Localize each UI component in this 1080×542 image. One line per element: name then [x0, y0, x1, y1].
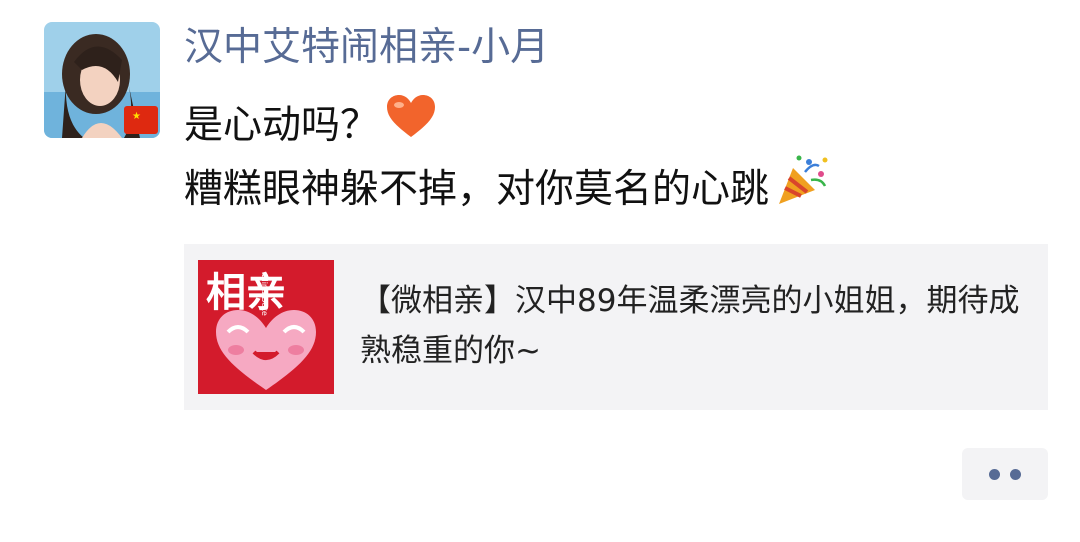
shared-article-card[interactable]: 相亲 Blind Date 【微相亲】汉中89年温柔漂亮的小姐姐，期待成熟稳重的… [184, 244, 1048, 410]
thumbnail-title: 相亲 [206, 269, 286, 316]
author-name[interactable]: 汉中艾特闹相亲-小月 [184, 20, 549, 76]
more-dots-icon [1010, 469, 1021, 480]
moments-post: ★ 汉中艾特闹相亲-小月 是心动吗？ 糟糕眼神躲不掉，对你莫名的心跳 相亲 Bl… [0, 0, 1080, 542]
post-text: 是心动吗？ 糟糕眼神躲不掉，对你莫名的心跳 [184, 94, 831, 222]
article-thumbnail: 相亲 Blind Date [198, 260, 334, 394]
svg-text:★: ★ [132, 111, 141, 122]
heart-emoji-icon [385, 93, 437, 159]
article-title: 【微相亲】汉中89年温柔漂亮的小姐姐，期待成熟稳重的你~ [360, 283, 1020, 369]
avatar-photo: ★ [44, 22, 160, 138]
post-line-text: 是心动吗？ [184, 103, 380, 148]
post-line: 糟糕眼神躲不掉，对你莫名的心跳 [184, 155, 831, 222]
post-line: 是心动吗？ [184, 94, 831, 158]
party-popper-icon [775, 152, 831, 228]
thumbnail-subtitle: Blind Date [260, 274, 269, 316]
avatar[interactable]: ★ [44, 22, 160, 138]
post-line-text: 糟糕眼神躲不掉，对你莫名的心跳 [184, 167, 770, 212]
more-dots-icon [989, 469, 1000, 480]
more-options-button[interactable] [962, 448, 1048, 500]
